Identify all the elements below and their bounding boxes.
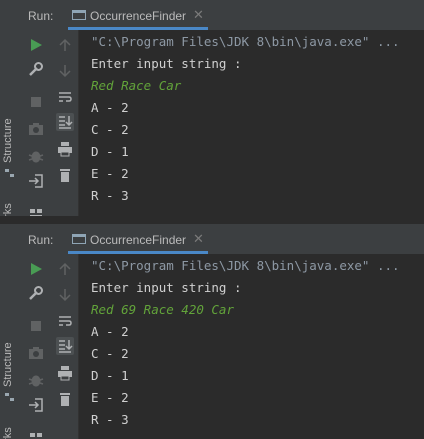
console-output[interactable]: "C:\Program Files\JDK 8\bin\java.exe" ..…	[79, 30, 424, 216]
console-tab-icon	[72, 10, 86, 20]
structure-icon	[5, 393, 14, 401]
result-line: C - 2	[91, 122, 129, 137]
bug-icon[interactable]	[27, 371, 45, 389]
bookmarks-tab[interactable]: arks	[2, 427, 14, 439]
trash-icon[interactable]	[56, 390, 74, 408]
up-arrow-icon[interactable]	[56, 260, 74, 278]
tab-label: OccurrenceFinder	[90, 9, 187, 23]
print-icon[interactable]	[56, 364, 74, 382]
run-icon[interactable]	[27, 36, 45, 54]
left-tool-strip: Structure arks	[0, 224, 21, 439]
user-input-line: Red Race Car	[91, 78, 182, 93]
user-input-line: Red 69 Race 420 Car	[91, 302, 234, 317]
run-tab-header: Run: OccurrenceFinder ✕	[20, 224, 424, 255]
result-line: D - 1	[91, 368, 129, 383]
console-tab-icon	[72, 234, 86, 244]
scroll-to-end-icon[interactable]	[56, 337, 74, 355]
structure-tab[interactable]: Structure	[2, 118, 14, 163]
result-line: E - 2	[91, 166, 129, 181]
layout-icon[interactable]	[27, 429, 45, 439]
login-icon[interactable]	[27, 172, 45, 190]
up-arrow-icon[interactable]	[56, 36, 74, 54]
down-arrow-icon[interactable]	[56, 286, 74, 304]
stop-icon[interactable]	[27, 93, 45, 111]
result-line: A - 2	[91, 324, 129, 339]
result-line: C - 2	[91, 346, 129, 361]
result-line: R - 3	[91, 188, 129, 203]
layout-icon[interactable]	[27, 205, 45, 216]
camera-icon[interactable]	[27, 344, 45, 362]
run-label: Run:	[28, 9, 54, 23]
run-toolbar	[20, 30, 53, 216]
structure-tab[interactable]: Structure	[2, 342, 14, 387]
prompt-line: Enter input string :	[91, 280, 242, 295]
prompt-line: Enter input string :	[91, 56, 242, 71]
run-panel: Structure arks Run: OccurrenceFinder ✕ "…	[0, 0, 424, 216]
trash-icon[interactable]	[56, 166, 74, 184]
bug-icon[interactable]	[27, 147, 45, 165]
print-icon[interactable]	[56, 140, 74, 158]
stop-icon[interactable]	[27, 317, 45, 335]
console-toolbar	[52, 30, 79, 216]
down-arrow-icon[interactable]	[56, 62, 74, 80]
run-toolbar	[20, 254, 53, 439]
run-label: Run:	[28, 233, 54, 247]
soft-wrap-icon[interactable]	[56, 312, 74, 330]
console-toolbar	[52, 254, 79, 439]
tab-label: OccurrenceFinder	[90, 233, 187, 247]
soft-wrap-icon[interactable]	[56, 88, 74, 106]
close-icon[interactable]: ✕	[193, 231, 204, 247]
wrench-icon[interactable]	[27, 284, 45, 302]
command-line: "C:\Program Files\JDK 8\bin\java.exe" ..…	[91, 34, 400, 49]
login-icon[interactable]	[27, 396, 45, 414]
result-line: A - 2	[91, 100, 129, 115]
wrench-icon[interactable]	[27, 60, 45, 78]
result-line: R - 3	[91, 412, 129, 427]
structure-icon	[5, 169, 14, 177]
run-panel: Structure arks Run: OccurrenceFinder ✕ "…	[0, 224, 424, 439]
left-tool-strip: Structure arks	[0, 0, 21, 216]
close-icon[interactable]: ✕	[193, 7, 204, 23]
run-icon[interactable]	[27, 260, 45, 278]
run-tab-header: Run: OccurrenceFinder ✕	[20, 0, 424, 31]
scroll-to-end-icon[interactable]	[56, 113, 74, 131]
tab-occurrence-finder[interactable]: OccurrenceFinder ✕	[68, 0, 208, 30]
bookmarks-tab[interactable]: arks	[2, 203, 14, 216]
result-line: D - 1	[91, 144, 129, 159]
command-line: "C:\Program Files\JDK 8\bin\java.exe" ..…	[91, 258, 400, 273]
result-line: E - 2	[91, 390, 129, 405]
tab-occurrence-finder[interactable]: OccurrenceFinder ✕	[68, 224, 208, 254]
camera-icon[interactable]	[27, 120, 45, 138]
console-output[interactable]: "C:\Program Files\JDK 8\bin\java.exe" ..…	[79, 254, 424, 439]
